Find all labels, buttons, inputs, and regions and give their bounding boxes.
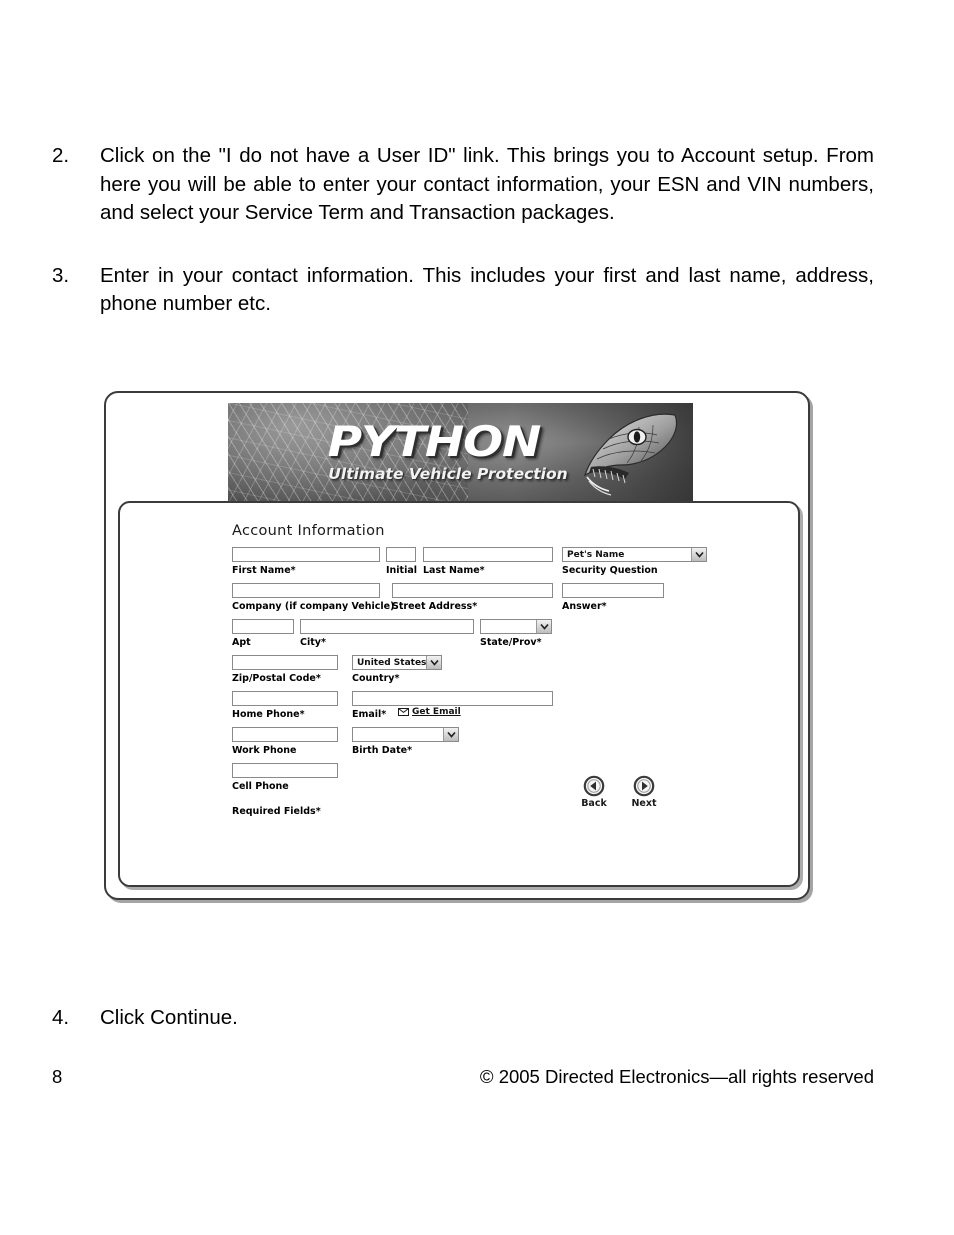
state-prov-select[interactable]: [480, 619, 552, 634]
cell-phone-input[interactable]: [232, 763, 338, 778]
step-text: Click Continue.: [100, 1006, 238, 1029]
country-label: Country*: [352, 673, 400, 684]
city-input[interactable]: [300, 619, 474, 634]
answer-label: Answer*: [562, 601, 607, 612]
security-question-value: Pet's Name: [567, 549, 625, 560]
page-number: 8: [52, 1066, 63, 1087]
initial-input[interactable]: [386, 547, 416, 562]
email-label: Email*: [352, 709, 387, 720]
form-navigation: Back Next: [572, 775, 666, 809]
application-screenshot: PYTHON Ultimate Vehicle Protection Accou…: [104, 391, 810, 900]
python-wordmark: PYTHON: [327, 417, 542, 466]
get-email-label: Get Email: [412, 707, 461, 717]
company-label: Company (if company Vehicle): [232, 601, 395, 612]
street-address-label: Street Address*: [392, 601, 478, 612]
security-question-select[interactable]: Pet's Name: [562, 547, 707, 562]
instruction-list: 2. Click on the "I do not have a User ID…: [52, 142, 874, 353]
work-phone-input[interactable]: [232, 727, 338, 742]
next-button[interactable]: Next: [622, 775, 666, 809]
cell-phone-label: Cell Phone: [232, 781, 289, 792]
back-label: Back: [581, 798, 607, 809]
chevron-down-icon[interactable]: [691, 548, 706, 561]
home-phone-label: Home Phone*: [232, 709, 305, 720]
python-banner: PYTHON Ultimate Vehicle Protection: [228, 403, 693, 501]
circle-right-arrow-icon: [633, 775, 655, 797]
step-number: 3.: [52, 263, 70, 287]
next-label: Next: [631, 798, 657, 809]
chevron-down-icon[interactable]: [443, 728, 458, 741]
zip-postal-code-input[interactable]: [232, 655, 338, 670]
apt-input[interactable]: [232, 619, 294, 634]
email-input[interactable]: [352, 691, 553, 706]
last-name-input[interactable]: [423, 547, 553, 562]
step-number: 2.: [52, 144, 70, 167]
country-select[interactable]: United States: [352, 655, 442, 670]
back-button[interactable]: Back: [572, 775, 616, 809]
zip-postal-code-label: Zip/Postal Code*: [232, 673, 321, 684]
first-name-input[interactable]: [232, 547, 380, 562]
instruction-list-continued: 4. Click Continue.: [52, 1004, 874, 1033]
account-information-panel: Account Information First Name* Initial …: [118, 501, 800, 887]
get-email-link[interactable]: Get Email: [398, 707, 461, 717]
python-tagline: Ultimate Vehicle Protection: [328, 465, 568, 483]
copyright-notice: © 2005 Directed Electronics—all rights r…: [479, 1066, 874, 1087]
envelope-icon: [398, 708, 409, 716]
birth-date-select[interactable]: [352, 727, 459, 742]
street-address-input[interactable]: [392, 583, 553, 598]
instruction-step: 3. Enter in your contact information. Th…: [52, 262, 874, 319]
home-phone-input[interactable]: [232, 691, 338, 706]
chevron-down-icon[interactable]: [536, 620, 551, 633]
step-text: Enter in your contact information. This …: [100, 263, 874, 316]
birth-date-label: Birth Date*: [352, 745, 413, 756]
state-prov-label: State/Prov*: [480, 637, 542, 648]
step-number: 4.: [52, 1006, 70, 1029]
step-text: Click on the "I do not have a User ID" l…: [100, 144, 874, 224]
page-footer: 8 © 2005 Directed Electronics—all rights…: [52, 1066, 874, 1088]
company-input[interactable]: [232, 583, 380, 598]
security-question-label: Security Question: [562, 565, 658, 576]
instruction-step: 4. Click Continue.: [52, 1004, 874, 1033]
first-name-label: First Name*: [232, 565, 296, 576]
country-value: United States: [357, 657, 426, 668]
chevron-down-icon[interactable]: [426, 656, 441, 669]
last-name-label: Last Name*: [423, 565, 485, 576]
answer-input[interactable]: [562, 583, 664, 598]
work-phone-label: Work Phone: [232, 745, 297, 756]
instruction-step: 2. Click on the "I do not have a User ID…: [52, 142, 874, 228]
initial-label: Initial: [386, 565, 418, 576]
city-label: City*: [300, 637, 326, 648]
snake-head-icon: [583, 413, 678, 496]
apt-label: Apt: [232, 637, 251, 648]
panel-title: Account Information: [232, 523, 385, 539]
circle-left-arrow-icon: [583, 775, 605, 797]
required-fields-note: Required Fields*: [232, 806, 321, 817]
